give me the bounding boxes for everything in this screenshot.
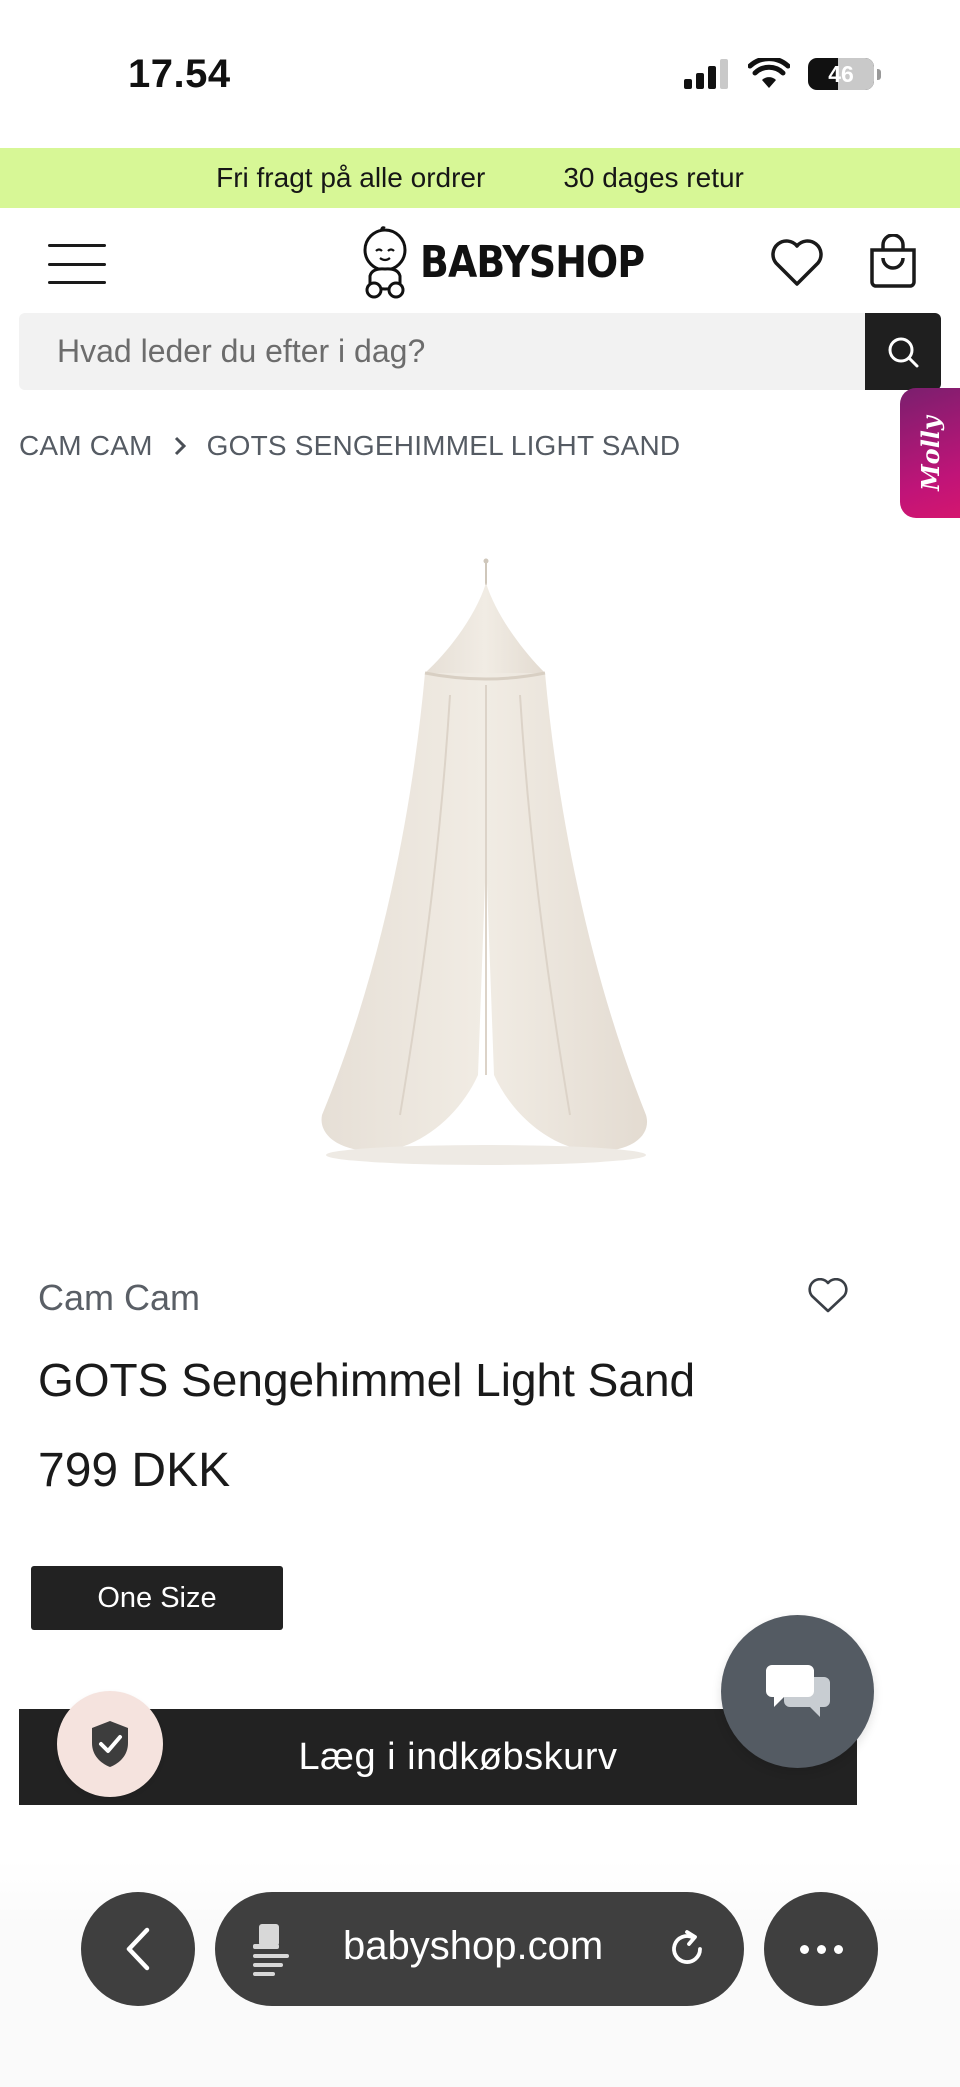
reader-icon — [253, 1924, 289, 1976]
add-to-wishlist-heart-icon[interactable] — [808, 1278, 848, 1314]
shield-check-icon — [92, 1721, 128, 1767]
browser-back-button[interactable] — [81, 1892, 195, 2006]
status-bar: 17.54 46 — [0, 0, 960, 148]
size-option-button[interactable]: One Size — [31, 1566, 283, 1630]
more-icon-dot — [816, 1944, 826, 1954]
search-input[interactable] — [19, 313, 865, 390]
search-button[interactable] — [865, 313, 941, 390]
back-icon — [126, 1927, 150, 1971]
baby-logo-icon — [363, 226, 407, 299]
breadcrumb-brand-link[interactable]: CAM CAM — [19, 430, 153, 462]
trust-badge[interactable] — [57, 1691, 163, 1797]
wifi-icon — [748, 58, 790, 88]
promo-free-shipping: Fri fragt på alle ordrer — [216, 162, 486, 193]
battery-icon: 46 — [808, 58, 881, 90]
status-time: 17.54 — [128, 52, 231, 96]
site-header: BABYSHOP — [0, 208, 960, 312]
promo-returns: 30 dages retur — [563, 162, 744, 193]
menu-button[interactable] — [48, 244, 106, 284]
browser-more-button[interactable] — [764, 1892, 878, 2006]
breadcrumb: CAM CAM GOTS SENGEHIMMEL LIGHT SAND — [19, 430, 680, 462]
menu-icon-line — [48, 281, 106, 284]
chevron-right-icon — [174, 436, 186, 456]
cellular-signal-icon — [684, 59, 728, 89]
molly-label: Molly — [915, 415, 945, 491]
menu-icon-line — [48, 244, 106, 247]
battery-percentage: 46 — [828, 60, 854, 87]
promo-banner: Fri fragt på alle ordrer 30 dages retur — [0, 148, 960, 208]
logo-text: BABYSHOP — [420, 236, 645, 288]
logo[interactable]: BABYSHOP — [358, 224, 681, 300]
molly-side-tab[interactable]: Molly — [900, 388, 960, 518]
reload-icon[interactable] — [667, 1929, 707, 1969]
product-brand[interactable]: Cam Cam — [38, 1277, 200, 1319]
menu-icon-line — [48, 262, 106, 266]
product-price: 799 DKK — [38, 1444, 231, 1497]
status-icons: 46 — [684, 58, 881, 90]
search-icon — [888, 337, 919, 367]
breadcrumb-current: GOTS SENGEHIMMEL LIGHT SAND — [206, 430, 681, 461]
product-title: GOTS Sengehimmel Light Sand — [38, 1354, 696, 1406]
heart-icon[interactable] — [770, 238, 824, 288]
url-text: babyshop.com — [343, 1924, 604, 1968]
search-bar — [19, 313, 941, 390]
shopping-bag-icon[interactable] — [868, 234, 918, 288]
address-bar[interactable]: babyshop.com — [215, 1892, 744, 2006]
product-image[interactable] — [300, 555, 660, 1175]
chat-bubbles-icon — [765, 1664, 830, 1717]
more-icon-dot — [833, 1944, 843, 1954]
more-icon-dot — [799, 1944, 809, 1954]
chat-button[interactable] — [721, 1615, 874, 1768]
